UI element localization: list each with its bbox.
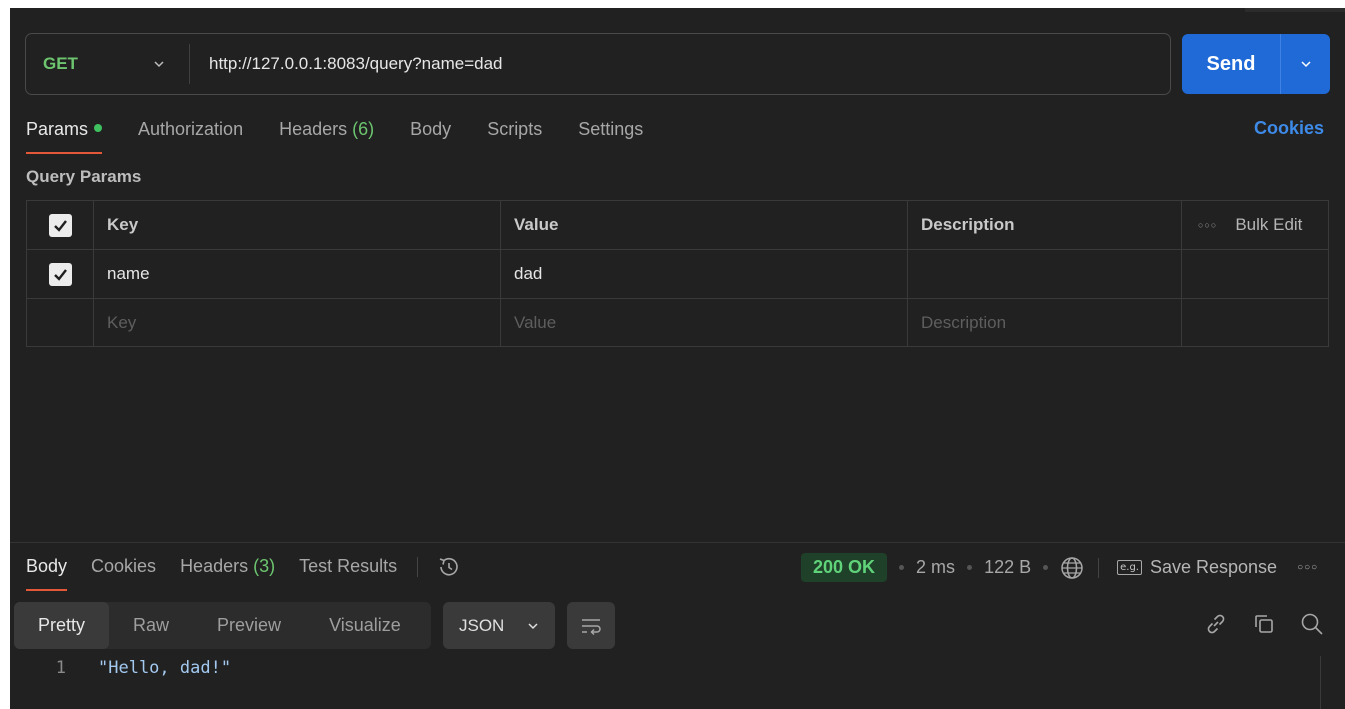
divider <box>1098 557 1100 578</box>
line-number: 1 <box>55 658 66 678</box>
more-icon[interactable]: ○○○ <box>1198 220 1217 230</box>
divider <box>417 557 419 577</box>
tab-label: Params <box>26 119 89 139</box>
send-options-button[interactable] <box>1281 58 1330 70</box>
tab-body[interactable]: Body <box>410 118 451 154</box>
params-table: Key Value Description ○○○ Bulk Edit name… <box>26 200 1329 347</box>
response-time[interactable]: 2 ms <box>916 557 955 578</box>
tab-label: Authorization <box>138 119 244 139</box>
search-icon[interactable] <box>1299 611 1325 637</box>
tab-response-body[interactable]: Body <box>26 554 68 591</box>
tab-label: Scripts <box>487 119 543 139</box>
url-bar: GET http://127.0.0.1:8083/query?name=dad <box>25 33 1171 95</box>
response-tabs: Body Cookies Headers (3) Test Results <box>26 554 462 591</box>
format-label: JSON <box>459 615 505 635</box>
table-header-row: Key Value Description ○○○ Bulk Edit <box>27 201 1328 250</box>
column-header-value: Value <box>501 201 908 249</box>
tab-response-headers[interactable]: Headers (3) <box>180 554 275 591</box>
param-description-field[interactable] <box>908 250 1182 298</box>
view-mode-selector: Pretty Raw Preview Visualize <box>14 602 431 649</box>
column-header-key: Key <box>94 201 501 249</box>
table-row-empty: Key Value Description <box>27 299 1328 346</box>
row-checkbox[interactable] <box>48 262 72 286</box>
request-tabs: Params Authorization Headers (6) Body Sc… <box>26 118 679 154</box>
new-value-field[interactable]: Value <box>501 299 908 346</box>
row-check-cell <box>27 250 94 298</box>
separator-dot <box>899 565 905 570</box>
tab-authorization[interactable]: Authorization <box>138 118 243 154</box>
method-select[interactable]: GET <box>26 44 190 84</box>
save-response-button[interactable]: e.g. Save Response <box>1117 557 1277 578</box>
tab-scripts[interactable]: Scripts <box>487 118 542 154</box>
tab-label: Headers <box>279 119 348 139</box>
tab-headers[interactable]: Headers (6) <box>279 118 374 154</box>
example-icon: e.g. <box>1117 560 1142 575</box>
headers-count: (6) <box>352 119 375 139</box>
chevron-down-icon <box>154 61 164 68</box>
url-input[interactable]: http://127.0.0.1:8083/query?name=dad <box>190 54 502 74</box>
response-actions <box>1203 611 1325 637</box>
row-actions-cell <box>1182 299 1328 346</box>
tab-label: Settings <box>578 119 644 139</box>
param-key-field[interactable]: name <box>94 250 501 298</box>
chevron-down-icon <box>528 622 538 629</box>
bulk-edit-cell: ○○○ Bulk Edit <box>1182 201 1328 249</box>
query-params-title: Query Params <box>26 167 142 186</box>
code-line: "Hello, dad!" <box>98 658 232 678</box>
response-divider[interactable] <box>10 542 1345 543</box>
chevron-down-icon <box>1300 61 1311 68</box>
tab-settings[interactable]: Settings <box>578 118 643 154</box>
tab-test-results[interactable]: Test Results <box>299 554 397 591</box>
top-edge <box>1245 8 1345 12</box>
check-icon <box>53 268 67 281</box>
table-row: name dad <box>27 250 1328 299</box>
row-check-cell <box>27 299 94 346</box>
param-value-field[interactable]: dad <box>501 250 908 298</box>
params-active-dot <box>94 124 103 133</box>
response-size[interactable]: 122 B <box>984 557 1031 578</box>
postman-request-panel: GET http://127.0.0.1:8083/query?name=dad… <box>10 8 1345 709</box>
select-all-checkbox[interactable] <box>48 213 72 237</box>
link-icon[interactable] <box>1203 611 1229 637</box>
view-visualize[interactable]: Visualize <box>305 602 425 649</box>
format-select[interactable]: JSON <box>443 602 555 649</box>
separator-dot <box>1043 565 1049 570</box>
view-pretty[interactable]: Pretty <box>14 602 110 649</box>
response-status-bar: 200 OK 2 ms 122 B e.g. Save Response ○○○ <box>801 553 1318 582</box>
tab-label: Headers <box>180 556 249 576</box>
more-options-icon[interactable]: ○○○ <box>1297 562 1318 573</box>
globe-icon[interactable] <box>1060 556 1084 580</box>
bulk-edit[interactable]: ○○○ Bulk Edit <box>1198 215 1302 235</box>
row-actions-cell <box>1182 250 1328 298</box>
send-button[interactable]: Send <box>1182 34 1281 94</box>
method-label: GET <box>43 54 78 73</box>
tab-response-cookies[interactable]: Cookies <box>91 554 156 591</box>
separator-dot <box>967 565 973 570</box>
status-badge[interactable]: 200 OK <box>801 553 888 582</box>
response-body-editor[interactable]: 1 "Hello, dad!" <box>10 658 1345 678</box>
new-description-field[interactable]: Description <box>908 299 1182 346</box>
wrap-text-icon <box>582 618 601 635</box>
select-all-cell <box>27 201 94 249</box>
column-header-description: Description <box>908 201 1182 249</box>
view-raw[interactable]: Raw <box>109 602 193 649</box>
tab-params[interactable]: Params <box>26 118 103 154</box>
cookies-link[interactable]: Cookies <box>1254 118 1324 139</box>
response-headers-count: (3) <box>253 556 276 576</box>
editor-scrollbar[interactable] <box>1320 656 1345 709</box>
send-button-group: Send <box>1182 34 1330 94</box>
wrap-lines-button[interactable] <box>567 602 615 649</box>
tab-label: Body <box>410 119 452 139</box>
check-icon <box>53 219 67 232</box>
save-response-label: Save Response <box>1149 557 1278 577</box>
bulk-edit-button[interactable]: Bulk Edit <box>1235 215 1302 235</box>
history-icon[interactable] <box>436 554 462 580</box>
copy-icon[interactable] <box>1251 611 1277 637</box>
view-preview[interactable]: Preview <box>193 602 305 649</box>
new-key-field[interactable]: Key <box>94 299 501 346</box>
